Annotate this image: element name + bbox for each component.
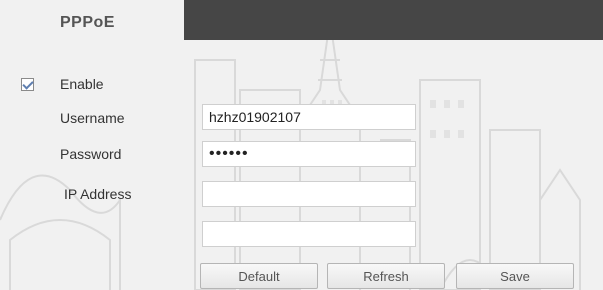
- password-input[interactable]: [202, 141, 416, 167]
- ip-address-input[interactable]: [202, 181, 416, 207]
- default-button[interactable]: Default: [200, 263, 318, 289]
- save-button[interactable]: Save: [456, 263, 574, 289]
- ip-address-input-2[interactable]: [202, 221, 416, 247]
- username-label: Username: [60, 110, 125, 126]
- header-bar: [184, 0, 603, 40]
- password-label: Password: [60, 146, 122, 162]
- panel-title: PPPoE: [60, 14, 115, 31]
- username-input[interactable]: [202, 104, 416, 130]
- ip-address-label: IP Address: [64, 186, 132, 202]
- enable-checkbox[interactable]: [21, 78, 34, 91]
- refresh-button[interactable]: Refresh: [327, 263, 445, 289]
- enable-label: Enable: [60, 76, 104, 92]
